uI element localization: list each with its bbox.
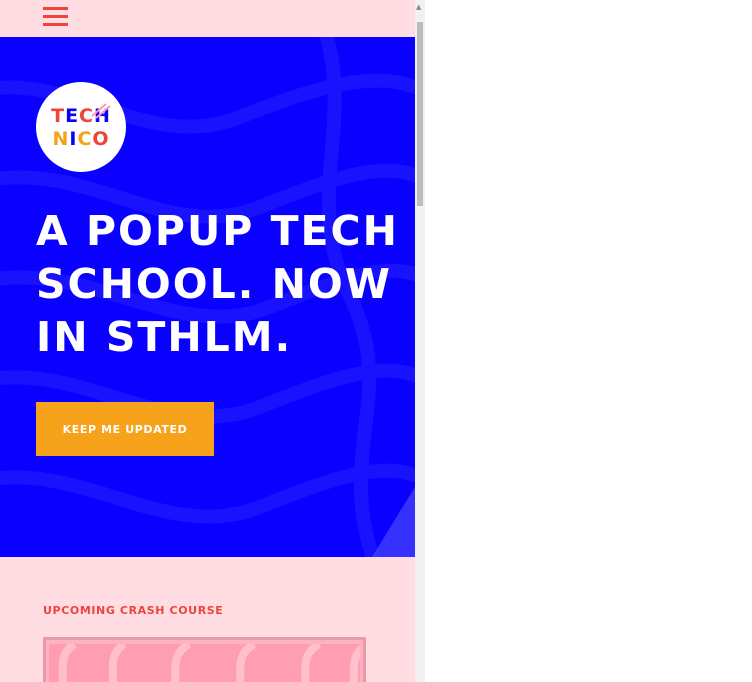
course-card-image[interactable]: [43, 637, 366, 682]
section-title: UPCOMING CRASH COURSE: [43, 604, 224, 617]
technico-logo[interactable]: TECH NICO: [36, 82, 126, 172]
course-card-pattern: [49, 644, 360, 682]
hero-headline: A POPUP TECH SCHOOL. NOW IN STHLM.: [36, 207, 399, 361]
vertical-scrollbar[interactable]: ▲: [415, 0, 425, 682]
top-nav-bar: [0, 0, 415, 37]
hamburger-menu-icon[interactable]: [43, 5, 69, 29]
hero-section: TECH NICO A POPUP TECH SCHOOL. NOW IN ST…: [0, 37, 415, 557]
keep-me-updated-button[interactable]: KEEP ME UPDATED: [36, 402, 214, 456]
scroll-up-arrow-icon[interactable]: ▲: [416, 3, 421, 11]
scroll-thumb[interactable]: [417, 22, 423, 206]
menu-line: [43, 23, 68, 26]
menu-line: [43, 7, 68, 10]
menu-line: [43, 15, 68, 18]
page-viewport: TECH NICO A POPUP TECH SCHOOL. NOW IN ST…: [0, 0, 415, 682]
logo-mark: TECH NICO: [51, 103, 111, 150]
svg-text:NICO: NICO: [52, 128, 109, 150]
